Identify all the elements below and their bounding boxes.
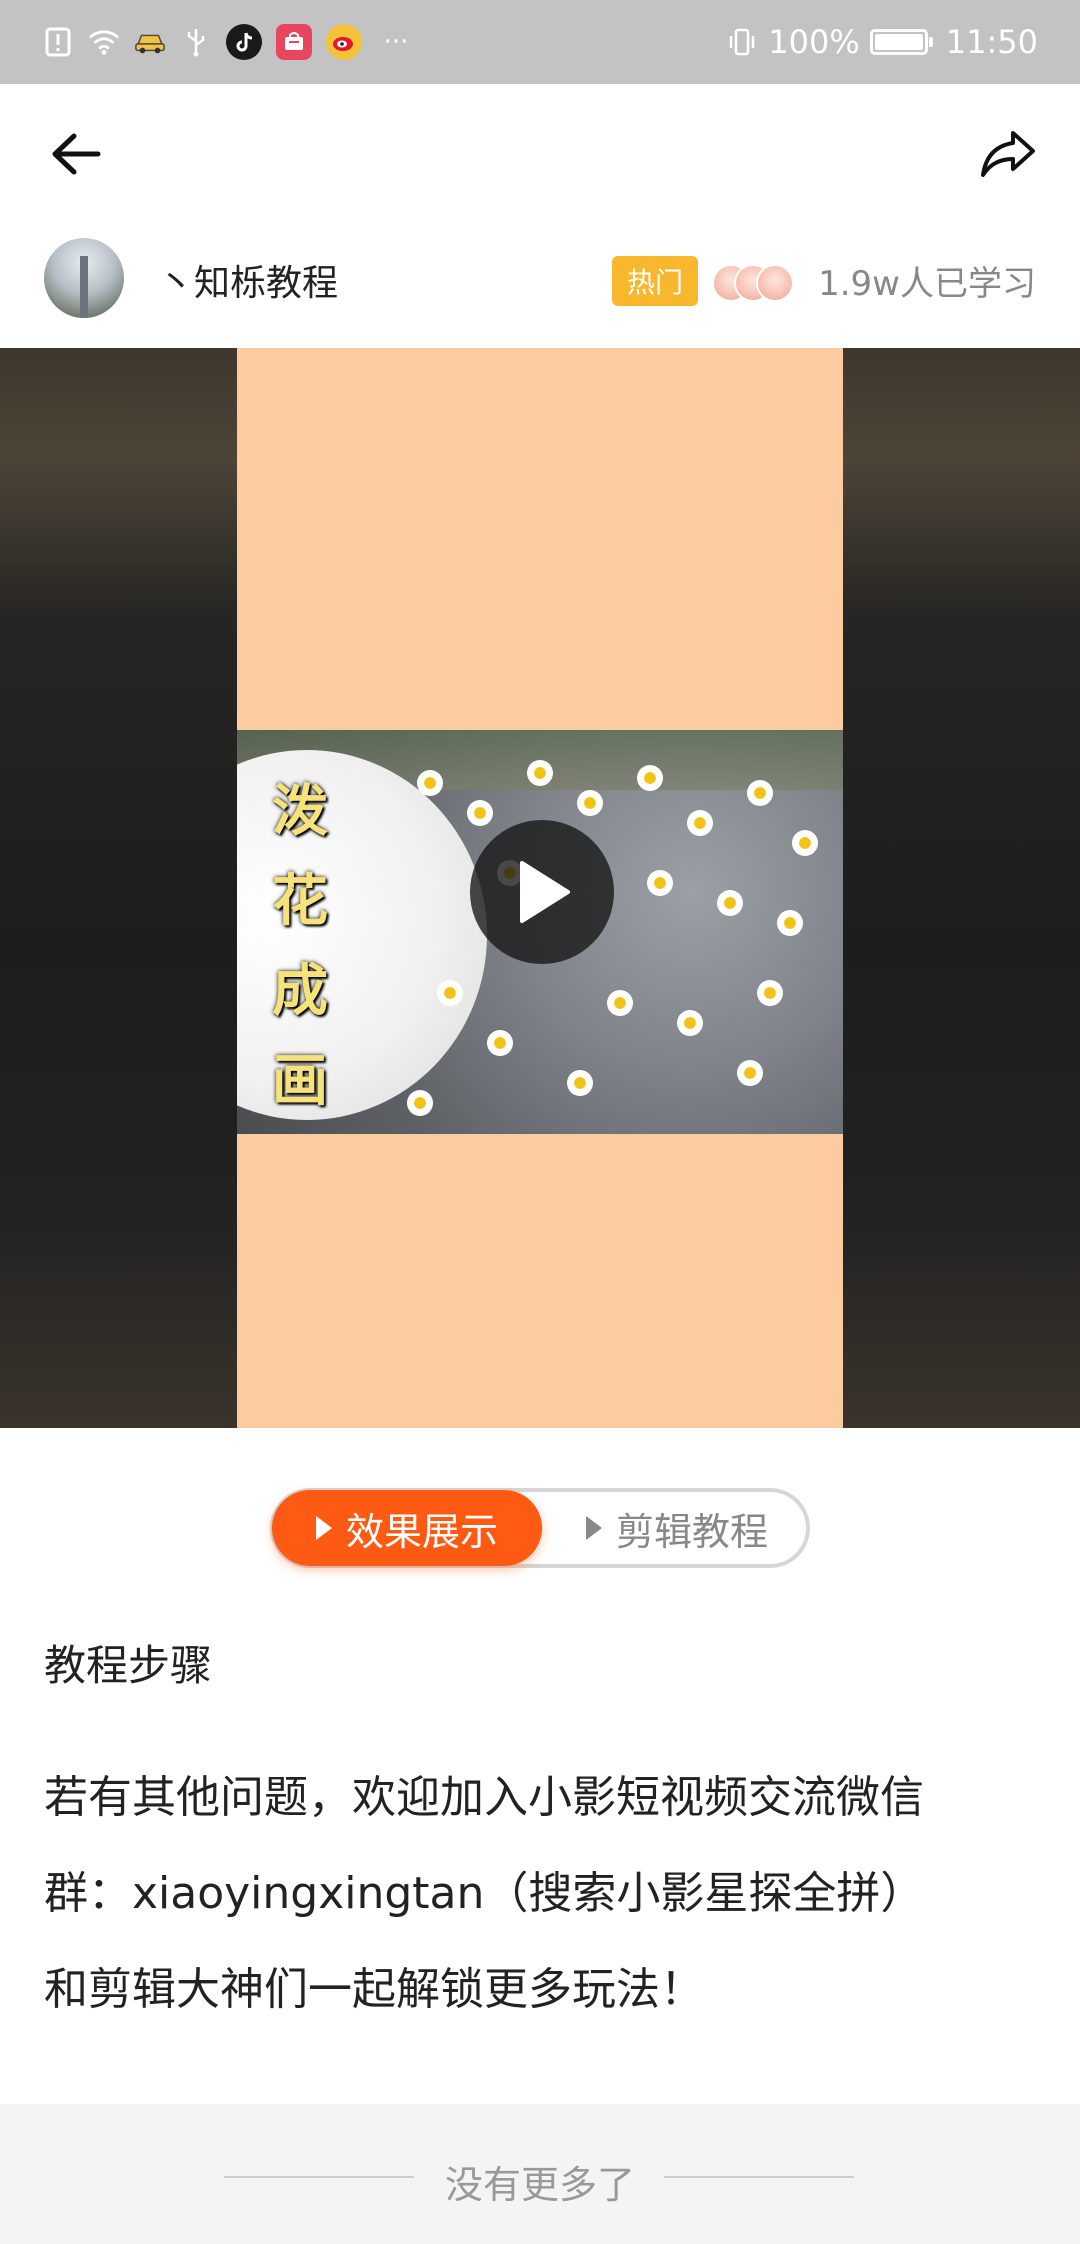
daisy (792, 830, 818, 856)
footer-divider-right (664, 2176, 854, 2178)
daisy (747, 780, 773, 806)
daisy (757, 980, 783, 1006)
daisy (407, 1090, 433, 1116)
vibrate-icon (726, 26, 758, 58)
top-nav (0, 84, 1080, 214)
status-bar: ··· 100% 11:50 (0, 0, 1080, 84)
overlay-title-char: 成 (272, 958, 328, 1024)
author-row: 丶知栎教程 热门 1.9w人已学习 (0, 214, 1080, 348)
video-thumbnail: 泼 花 成 画 (237, 730, 843, 1134)
tab-editing-tutorial[interactable]: 剪辑教程 (542, 1490, 812, 1566)
play-triangle-icon (585, 1516, 602, 1540)
description-line: 若有其他问题，欢迎加入小影短视频交流微信 (44, 1772, 924, 1823)
tab-tutorial-label: 剪辑教程 (615, 1509, 768, 1554)
weibo-icon (326, 24, 362, 60)
play-icon (520, 861, 570, 923)
tab-effect-label: 效果展示 (345, 1509, 498, 1554)
video-blur-right (843, 348, 1080, 1428)
description-line: 群：xiaoyingxingtan（搜索小影星探全拼） (44, 1868, 925, 1919)
learned-count: 1.9w人已学习 (818, 264, 1036, 304)
learner-avatars (712, 264, 794, 302)
list-end-footer: 没有更多了 (0, 2104, 1080, 2244)
author-avatar[interactable] (44, 238, 124, 318)
daisy (647, 870, 673, 896)
back-button[interactable] (44, 122, 108, 186)
overlay-title-char: 画 (272, 1048, 328, 1114)
wifi-icon (88, 26, 120, 58)
steps-title: 教程步骤 (44, 1641, 213, 1690)
daisy (637, 765, 663, 791)
daisy (577, 790, 603, 816)
tiktok-icon (226, 24, 262, 60)
daisy (677, 1010, 703, 1036)
steps-description: 若有其他问题，欢迎加入小影短视频交流微信 群：xiaoyingxingtan（搜… (44, 1750, 1044, 2038)
tab-effect-demo[interactable]: 效果展示 (272, 1490, 542, 1566)
share-icon (981, 131, 1035, 177)
share-button[interactable] (972, 118, 1044, 190)
hot-badge: 热门 (612, 256, 698, 306)
daisy (687, 810, 713, 836)
status-bar-right: 100% 11:50 (726, 20, 1038, 64)
play-button[interactable] (470, 820, 614, 964)
play-triangle-icon (315, 1516, 332, 1540)
description-line: 和剪辑大神们一起解锁更多玩法！ (44, 1964, 704, 2015)
video-player[interactable]: 泼 花 成 画 (0, 348, 1080, 1428)
daisy (607, 990, 633, 1016)
car-icon (134, 26, 166, 58)
overlay-title-char: 泼 (272, 778, 328, 844)
clock: 11:50 (945, 23, 1038, 61)
author-name[interactable]: 丶知栎教程 (158, 254, 338, 306)
shopping-icon (276, 24, 312, 60)
battery-percent: 100% (768, 23, 860, 61)
status-bar-left: ··· (42, 20, 416, 64)
daisy (437, 980, 463, 1006)
usb-icon (180, 26, 212, 58)
daisy (467, 800, 493, 826)
daisy (487, 1030, 513, 1056)
video-blur-left (0, 348, 237, 1428)
alert-icon (42, 26, 74, 58)
video-frame: 泼 花 成 画 (237, 348, 843, 1428)
overlay-title-char: 花 (272, 868, 328, 934)
daisy (777, 910, 803, 936)
daisy (717, 890, 743, 916)
daisy (567, 1070, 593, 1096)
battery-icon (869, 29, 933, 55)
no-more-text: 没有更多了 (444, 2163, 635, 2207)
more-notifications-icon: ··· (383, 27, 409, 57)
daisy (417, 770, 443, 796)
daisy (737, 1060, 763, 1086)
video-mode-toggle: 效果展示 剪辑教程 (270, 1488, 810, 1568)
learner-avatar (756, 264, 794, 302)
video-overlay-title: 泼 花 成 画 (265, 766, 335, 1126)
back-arrow-icon (52, 133, 101, 175)
daisy (527, 760, 553, 786)
